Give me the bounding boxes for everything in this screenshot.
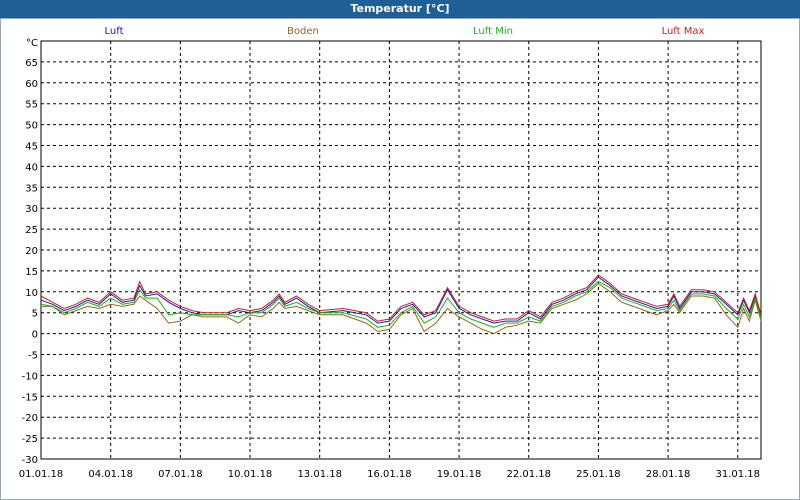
y-tick-label: 40 bbox=[25, 162, 38, 173]
x-tick-label: 25.01.18 bbox=[576, 469, 621, 480]
x-tick-label: 22.01.18 bbox=[506, 469, 551, 480]
x-tick-label: 04.01.18 bbox=[88, 469, 133, 480]
series-line-luft-min bbox=[40, 280, 762, 328]
y-tick-label: 10 bbox=[25, 288, 38, 299]
y-tick-label: -30 bbox=[22, 455, 38, 466]
y-tick-label: -20 bbox=[22, 413, 38, 424]
y-tick-label: 50 bbox=[25, 121, 38, 132]
legend-entry: Boden bbox=[287, 26, 319, 37]
x-tick-label: 10.01.18 bbox=[228, 469, 273, 480]
x-tick-label: 07.01.18 bbox=[158, 469, 203, 480]
y-unit-label: °C bbox=[26, 38, 38, 49]
x-tick-label: 13.01.18 bbox=[297, 469, 342, 480]
x-tick-label: 16.01.18 bbox=[367, 469, 412, 480]
x-tick-label: 01.01.18 bbox=[19, 469, 64, 480]
legend-entry: Luft Max bbox=[662, 26, 705, 37]
legend-entry: Luft Min bbox=[473, 26, 513, 37]
y-tick-label: 15 bbox=[25, 267, 38, 278]
y-tick-label: 65 bbox=[25, 58, 38, 69]
y-tick-label: 60 bbox=[25, 79, 38, 90]
y-tick-label: 30 bbox=[25, 204, 38, 215]
y-tick-label: -15 bbox=[22, 392, 38, 403]
y-tick-label: -25 bbox=[22, 434, 38, 445]
y-tick-label: 45 bbox=[25, 142, 38, 153]
y-tick-label: 5 bbox=[32, 309, 38, 320]
series-line-luft bbox=[40, 276, 762, 324]
y-tick-label: 55 bbox=[25, 100, 38, 111]
x-tick-label: 28.01.18 bbox=[646, 469, 691, 480]
y-tick-label: 0 bbox=[32, 330, 38, 341]
window-title: Temperatur [°C] bbox=[0, 0, 800, 18]
y-tick-label: -5 bbox=[28, 351, 38, 362]
x-tick-label: 19.01.18 bbox=[437, 469, 482, 480]
y-tick-label: 20 bbox=[25, 246, 38, 257]
temperature-chart: 65605550454035302520151050-5-10-15-20-25… bbox=[19, 26, 762, 480]
y-tick-label: 25 bbox=[25, 225, 38, 236]
y-tick-label: 35 bbox=[25, 183, 38, 194]
x-tick-label: 31.01.18 bbox=[716, 469, 761, 480]
y-tick-label: -10 bbox=[22, 371, 38, 382]
chart-frame: 65 60 55 50 45 40 35 30 25 20 15 10 5 0 -5 -10 -15 -20 -25… bbox=[0, 18, 800, 500]
legend-entry: Luft bbox=[105, 26, 124, 37]
